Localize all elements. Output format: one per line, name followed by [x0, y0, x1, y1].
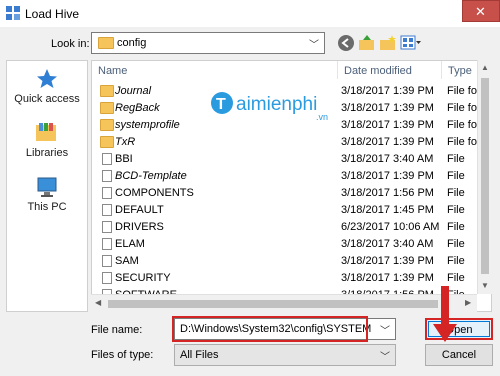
file-row[interactable]: SAM 3/18/2017 1:39 PM File	[92, 253, 465, 270]
file-row[interactable]: TxR3/18/2017 1:39 PMFile folder	[92, 134, 487, 151]
folder-icon	[100, 136, 114, 148]
place-label: Quick access	[14, 93, 80, 105]
view-menu-icon[interactable]	[400, 34, 422, 52]
back-icon[interactable]	[337, 34, 355, 52]
file-date: 3/18/2017 1:39 PM	[341, 255, 434, 267]
vertical-scrollbar[interactable]: ▲ ▼	[477, 60, 492, 294]
file-name: ELAM	[115, 238, 145, 250]
chevron-down-icon[interactable]: ﹀	[380, 322, 390, 337]
scroll-up-icon[interactable]: ▲	[481, 63, 489, 72]
file-date: 3/18/2017 1:45 PM	[341, 204, 434, 216]
up-folder-icon[interactable]	[358, 34, 376, 52]
file-icon	[102, 204, 112, 216]
column-header-name[interactable]: Name	[92, 61, 338, 79]
file-date: 3/18/2017 1:39 PM	[341, 170, 434, 182]
dialog-body: Look in: config ﹀ Quick access Libraries	[0, 27, 500, 376]
folder-icon	[100, 85, 114, 97]
file-date: 3/18/2017 1:39 PM	[341, 85, 434, 97]
file-name: systemprofile	[115, 119, 180, 131]
file-icon	[102, 153, 112, 165]
watermark-sub: .vn	[316, 112, 328, 122]
file-date: 3/18/2017 1:39 PM	[341, 136, 434, 148]
place-label: This PC	[27, 201, 67, 213]
file-icon	[102, 255, 112, 267]
place-label: Libraries	[25, 147, 69, 159]
file-name: TxR	[115, 136, 136, 148]
scroll-left-icon[interactable]: ◀	[95, 298, 101, 307]
file-name: BCD-Template	[115, 170, 187, 182]
watermark-text: aimienphi	[236, 94, 317, 115]
libraries-icon	[36, 123, 56, 141]
file-name: SAM	[115, 255, 139, 267]
folder-icon	[100, 119, 114, 131]
scroll-down-icon[interactable]: ▼	[481, 281, 489, 290]
places-bar: Quick access Libraries This PC	[6, 60, 88, 312]
svg-text:T: T	[216, 96, 226, 113]
file-name: Journal	[115, 85, 152, 97]
file-name: BBI	[115, 153, 133, 165]
place-libraries[interactable]: Libraries	[7, 121, 87, 159]
file-row[interactable]: DEFAULT 3/18/2017 1:45 PM File	[92, 202, 465, 219]
lookin-value: config	[117, 37, 147, 49]
file-name: DEFAULT	[115, 204, 164, 216]
file-icon	[102, 170, 112, 182]
file-row[interactable]: BBI 3/18/2017 3:40 AM File	[92, 151, 465, 168]
file-name: SECURITY	[115, 272, 171, 284]
window-title: Load Hive	[25, 7, 80, 21]
file-date: 3/18/2017 1:39 PM	[341, 102, 434, 114]
filename-label: File name:	[91, 324, 143, 336]
file-date: 3/18/2017 1:39 PM	[341, 119, 434, 131]
title-bar: Load Hive ✕	[0, 0, 500, 27]
file-row[interactable]: BCD-Template 3/18/2017 1:39 PM File	[92, 168, 465, 185]
watermark-logo: T aimienphi .vn	[208, 87, 338, 127]
filename-highlight-box	[172, 316, 368, 342]
scroll-thumb[interactable]	[108, 300, 438, 308]
file-icon	[102, 272, 112, 284]
file-row[interactable]: COMPONENTS 3/18/2017 1:56 PM File	[92, 185, 465, 202]
lookin-combo[interactable]: config ﹀	[91, 32, 325, 54]
filetype-value: All Files	[180, 349, 219, 361]
lookin-label: Look in:	[51, 38, 90, 50]
file-row[interactable]: SECURITY 3/18/2017 1:39 PM File	[92, 270, 465, 287]
column-header-type[interactable]: Type	[442, 61, 482, 79]
computer-icon	[37, 177, 57, 197]
new-folder-icon[interactable]	[379, 34, 397, 52]
folder-icon	[98, 37, 114, 49]
file-date: 3/18/2017 3:40 AM	[341, 238, 434, 250]
file-row[interactable]: ELAM 3/18/2017 3:40 AM File	[92, 236, 465, 253]
scroll-right-icon[interactable]: ▶	[465, 298, 471, 307]
file-icon	[102, 187, 112, 199]
file-date: 3/18/2017 1:39 PM	[341, 272, 434, 284]
file-icon	[102, 238, 112, 250]
file-icon	[102, 221, 112, 233]
file-date: 3/18/2017 3:40 AM	[341, 153, 434, 165]
cancel-label: Cancel	[441, 349, 477, 361]
red-arrow-icon	[433, 286, 457, 342]
file-name: COMPONENTS	[115, 187, 194, 199]
place-quick-access[interactable]: Quick access	[7, 67, 87, 105]
star-icon	[37, 69, 57, 88]
chevron-down-icon: ﹀	[309, 40, 319, 51]
chevron-down-icon: ﹀	[380, 352, 390, 363]
filetype-label: Files of type:	[91, 349, 154, 361]
close-button[interactable]: ✕	[462, 0, 500, 22]
scroll-thumb[interactable]	[481, 78, 489, 274]
place-this-pc[interactable]: This PC	[7, 175, 87, 213]
horizontal-scrollbar[interactable]: ◀ ▶	[91, 294, 477, 312]
close-icon: ✕	[475, 4, 486, 19]
cancel-button[interactable]: Cancel	[425, 344, 493, 366]
filetype-select[interactable]: All Files ﹀	[174, 344, 396, 366]
file-row[interactable]: DRIVERS 6/23/2017 10:06 AM File	[92, 219, 465, 236]
registry-icon	[6, 6, 20, 20]
file-date: 6/23/2017 10:06 AM	[341, 221, 440, 233]
file-date: 3/18/2017 1:56 PM	[341, 187, 434, 199]
file-name: RegBack	[115, 102, 160, 114]
column-header-date[interactable]: Date modified	[338, 61, 442, 79]
folder-icon	[100, 102, 114, 114]
file-name: DRIVERS	[115, 221, 164, 233]
